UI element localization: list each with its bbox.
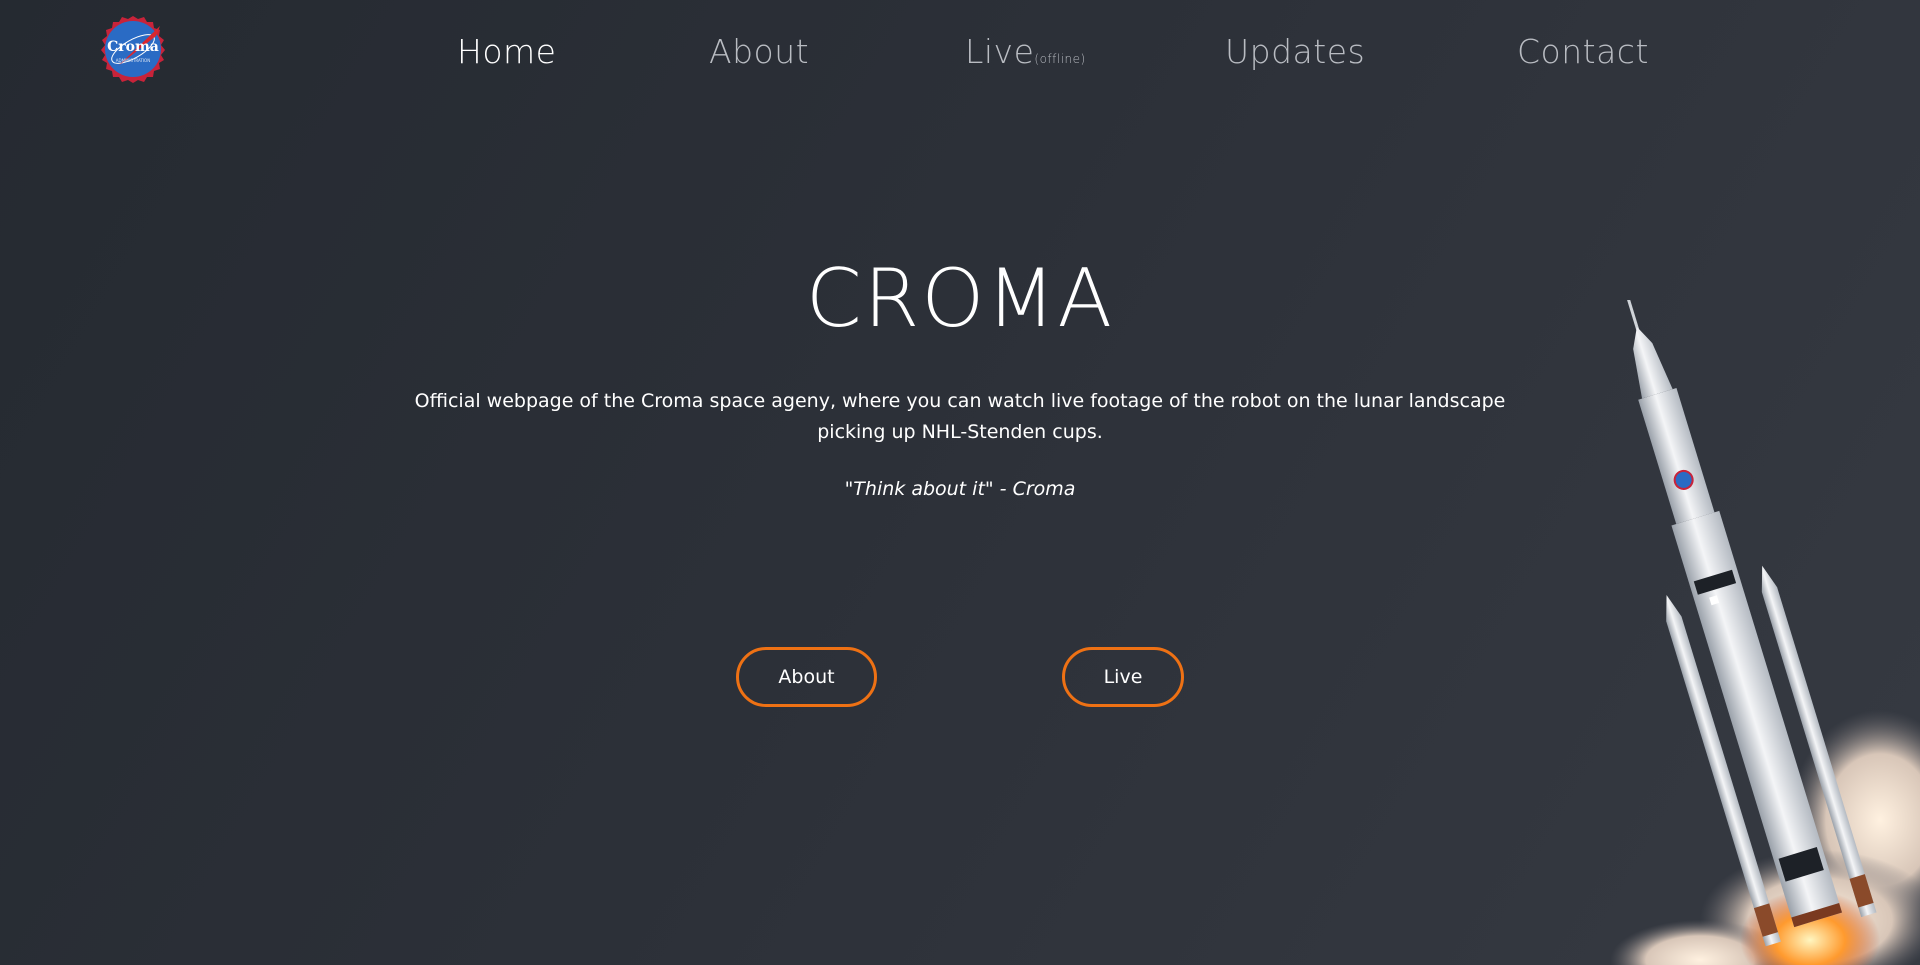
rocket-launch-image <box>1610 300 1920 965</box>
nav-live-status: (offline) <box>1034 52 1086 66</box>
nav-about[interactable]: About <box>709 32 809 71</box>
nav-live-label: Live <box>965 32 1035 71</box>
croma-logo-icon[interactable]: Croma ADMINISTRATION <box>98 14 168 84</box>
svg-text:ADMINISTRATION: ADMINISTRATION <box>116 58 150 63</box>
top-navigation: Croma ADMINISTRATION Home About Live(off… <box>0 0 1920 110</box>
nav-updates[interactable]: Updates <box>1225 32 1365 71</box>
hero-description: Official webpage of the Croma space agen… <box>414 390 1506 443</box>
nav-contact[interactable]: Contact <box>1517 32 1649 71</box>
nav-contact-label: Contact <box>1517 32 1649 71</box>
nav-home[interactable]: Home <box>457 32 556 71</box>
nav-live[interactable]: Live(offline) <box>965 32 1086 71</box>
nav-updates-label: Updates <box>1225 32 1366 71</box>
live-button[interactable]: Live <box>1062 647 1184 707</box>
nav-about-label: About <box>709 32 810 71</box>
nav-home-label: Home <box>457 32 557 71</box>
logo-text: Croma <box>107 39 159 55</box>
about-button[interactable]: About <box>736 647 877 707</box>
